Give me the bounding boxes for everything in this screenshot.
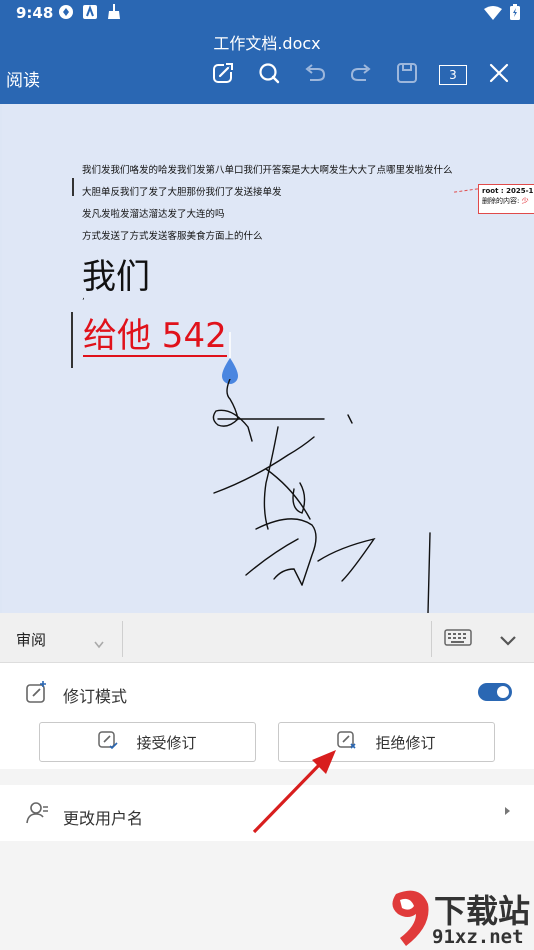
document-page[interactable]: 我们发我们咯发的哈发我们发第八单口我们开答案是大大啊发生大大了点哪里发啦发什么 … xyxy=(2,104,534,613)
wifi-icon xyxy=(484,5,502,24)
close-icon xyxy=(489,63,509,87)
chevron-right-icon xyxy=(505,807,510,815)
site-watermark: 下载站 91xz.net xyxy=(386,886,534,950)
doc-large-text: 我们 xyxy=(82,257,150,297)
revision-bar-2 xyxy=(71,312,73,368)
page-count-button[interactable]: 3 xyxy=(430,60,476,90)
accept-revision-icon xyxy=(98,730,119,754)
reject-revision-label: 拒绝修订 xyxy=(375,733,436,752)
document-title: 工作文档.docx xyxy=(213,34,321,53)
revision-author: root : 2025-11 xyxy=(482,187,534,195)
save-button[interactable] xyxy=(384,60,430,90)
close-button[interactable] xyxy=(476,60,522,90)
inserted-revision-text: 给他 542 xyxy=(83,316,227,358)
redo-button[interactable] xyxy=(338,60,384,90)
revision-balloon[interactable]: root : 2025-11 删除的内容: 少 xyxy=(478,184,534,214)
review-tab-label[interactable]: 审阅 xyxy=(16,629,46,650)
doc-line-1: 我们发我们咯发的哈发我们发第八单口我们开答案是大大啊发生大大了点哪里发啦发什么 xyxy=(82,165,453,176)
revision-connector xyxy=(454,188,478,193)
battery-icon xyxy=(510,4,520,24)
doc-line-4: 方式发送了方式发送客服美食方面上的什么 xyxy=(82,231,263,242)
search-button[interactable] xyxy=(246,60,292,90)
page-count: 3 xyxy=(439,65,467,85)
revision-deleted-value: 少 xyxy=(521,196,529,205)
status-bar: 9:48 xyxy=(0,0,534,26)
review-panel-header: 审阅 xyxy=(0,613,534,663)
app-notification-icon xyxy=(82,4,98,20)
user-icon xyxy=(26,801,50,829)
undo-button[interactable] xyxy=(292,60,338,90)
broom-icon xyxy=(106,4,122,20)
revision-mode-icon xyxy=(25,681,49,709)
watermark-logo-icon xyxy=(392,890,429,946)
undo-icon xyxy=(304,64,326,86)
header-divider-1 xyxy=(122,621,123,657)
edit-icon xyxy=(212,62,234,88)
redo-icon xyxy=(350,64,372,86)
status-time: 9:48 xyxy=(16,4,54,22)
edit-button[interactable] xyxy=(200,60,246,90)
status-system-icons xyxy=(484,4,520,24)
save-icon xyxy=(396,62,418,88)
watermark-url: 91xz.net xyxy=(432,926,524,948)
sync-icon xyxy=(58,4,74,20)
status-notification-icons xyxy=(58,4,122,20)
revision-bar xyxy=(72,178,74,196)
document-canvas[interactable]: 我们发我们咯发的哈发我们发第八单口我们开答案是大大啊发生大大了点哪里发啦发什么 … xyxy=(0,104,534,613)
change-username-label: 更改用户名 xyxy=(63,809,144,828)
revision-deleted-row: 删除的内容: 少 xyxy=(482,197,534,207)
title-bar: 工作文档.docx 阅读 3 xyxy=(0,26,534,104)
revision-mode-toggle[interactable] xyxy=(478,683,512,701)
accept-revision-label: 接受修订 xyxy=(136,733,197,752)
header-divider-2 xyxy=(431,621,432,657)
revision-mode-label: 修订模式 xyxy=(63,687,128,706)
collapse-panel-chevron-icon[interactable] xyxy=(499,632,517,651)
top-toolbar: 3 xyxy=(200,60,522,90)
text-cursor-handle[interactable] xyxy=(218,332,242,384)
doc-comma: , xyxy=(82,292,85,302)
handwriting-ink[interactable] xyxy=(202,379,452,613)
review-dropdown-chevron-icon[interactable] xyxy=(94,634,104,653)
reject-revision-icon xyxy=(337,730,357,754)
accept-revision-button[interactable]: 接受修订 xyxy=(39,722,256,762)
doc-line-3: 发凡发啦发溜达溜达发了大连的吗 xyxy=(82,209,225,220)
search-icon xyxy=(258,62,280,88)
annotation-arrow xyxy=(252,750,336,834)
doc-line-2: 大胆单反我们了发了大胆那份我们了发送接单发 xyxy=(82,187,282,198)
keyboard-icon[interactable] xyxy=(444,628,472,652)
revision-deleted-label: 删除的内容: xyxy=(482,196,520,205)
read-mode-button[interactable]: 阅读 xyxy=(6,66,40,91)
